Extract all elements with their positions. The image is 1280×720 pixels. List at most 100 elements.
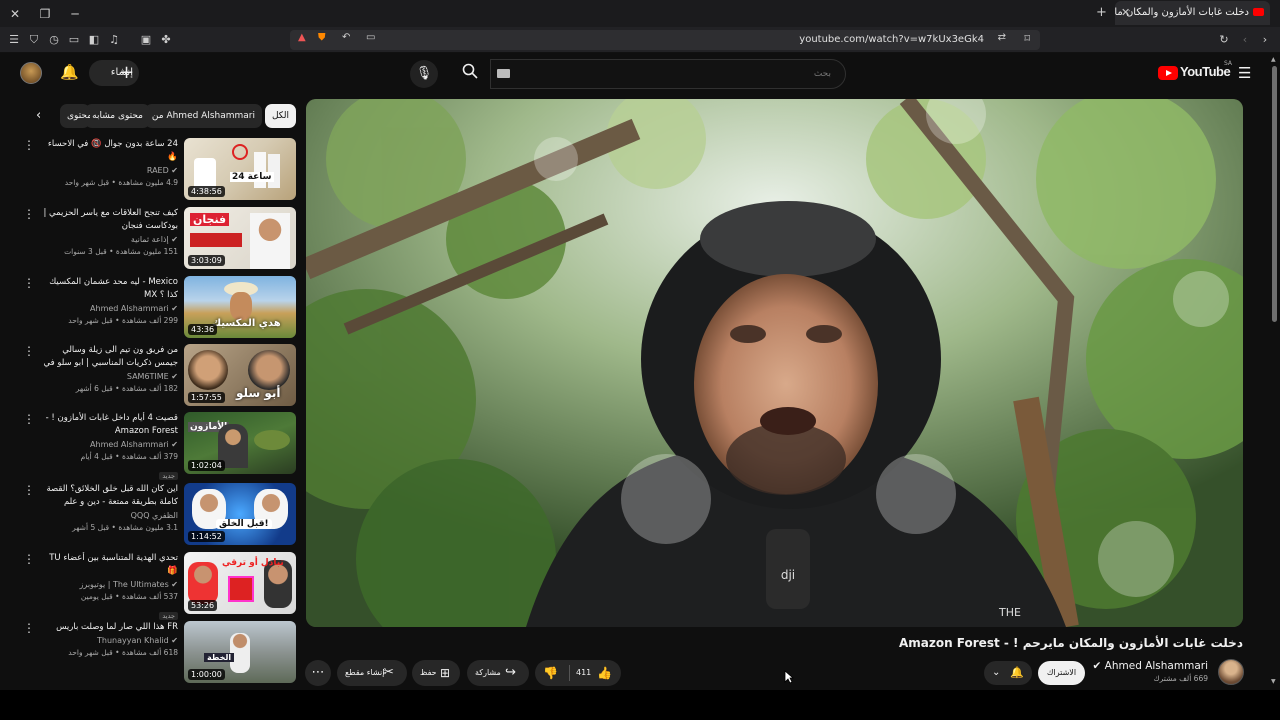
video-title[interactable]: FR هذا اللي صار لما وصلت باريس [40,621,178,634]
chip-all[interactable]: الكل [264,104,296,128]
scroll-down-icon[interactable]: ▼ [1271,678,1276,685]
sidebar-icon[interactable]: ◧ [86,32,102,48]
channel-name[interactable]: Ahmed Alshammari [1105,660,1208,672]
subscribe-button[interactable]: الاشتراك [1038,661,1085,685]
video-thumbnail[interactable]: قبل الخلق! 1:14:52 [184,483,296,545]
video-title[interactable]: قصيت 4 أيام داخل غابات الأمازون ! - Amaz… [40,412,178,438]
more-actions-icon[interactable]: ⋮ [22,344,36,360]
video-meta: تحدي الهدية المتناسبة بين أعضاء TU 🎁 ✔ T… [40,552,178,622]
channel-name[interactable]: The Ultimates | يوتيوبرز [80,580,169,589]
more-actions-icon[interactable]: ⋮ [22,552,36,568]
keyboard-icon[interactable] [497,69,510,78]
brave-icon[interactable]: ▲ [298,32,306,43]
video-thumbnail[interactable]: هدي المكسيك 43:36 [184,276,296,338]
tab-close-icon[interactable]: ✕ [1121,1,1130,25]
video-title[interactable]: كيف تنجح العلاقات مع ياسر الحزيمي | بودك… [40,207,178,233]
shield-icon[interactable]: ⛉ [26,32,42,48]
video-thumbnail[interactable]: الأمازون 1:02:04 [184,412,296,474]
more-actions-icon[interactable]: ⋮ [22,621,36,637]
youtube-play-icon [1158,66,1178,80]
video-thumbnail[interactable]: تبادل أو ترقي 53:26 [184,552,296,614]
video-thumbnail[interactable]: أبو سلو 1:57:55 [184,344,296,406]
video-title[interactable]: من فريق ون تيم الى زيلة وسالي جيمس ذكريا… [40,344,178,370]
thumbnail-caption: هدي المكسيك [212,318,281,329]
video-title[interactable]: Mexico - ليه محد عشمان المكسيك كذا ؟ MX [40,276,178,302]
chip-related[interactable]: محتوى مشابه [85,104,150,128]
list-item[interactable]: هدي المكسيك 43:36 ⋮ Mexico - ليه محد عشم… [22,276,296,338]
more-actions-icon[interactable]: ⋮ [22,412,36,428]
screenshot-icon[interactable]: ▣ [138,32,154,48]
video-thumbnail[interactable]: 24 ساعة 4:38:56 [184,138,296,200]
mic-brand-text: dji [781,568,795,582]
video-meta: Mexico - ليه محد عشمان المكسيك كذا ؟ MX … [40,276,178,327]
search-field[interactable] [490,59,846,89]
music-icon[interactable]: ♫ [106,32,122,48]
list-item[interactable]: الخطة 1:00:00 ⋮ FR هذا اللي صار لما وصلت… [22,621,296,683]
duration-badge: 53:26 [188,600,218,611]
list-item[interactable]: تبادل أو ترقي 53:26 ⋮ تحدي الهدية المتنا… [22,552,296,620]
create-button[interactable]: + إنشاء [89,60,139,86]
reload-icon[interactable]: ↻ [1216,32,1232,48]
list-item[interactable]: قبل الخلق! 1:14:52 ⋮ اين كان الله قبل خل… [22,483,296,545]
channel-name[interactable]: Thunayyan Khalid [97,636,169,645]
history-icon[interactable]: ◷ [46,32,62,48]
forward-icon[interactable]: › [1257,32,1273,48]
minimize-window-icon[interactable]: ─ [66,5,84,23]
scrollbar-thumb[interactable] [1272,66,1277,322]
more-actions-icon[interactable]: ⋮ [22,138,36,154]
channel-name[interactable]: RAED [147,166,169,175]
more-actions-icon[interactable]: ⋮ [22,483,36,499]
undo-icon[interactable]: ↶ [342,32,350,43]
video-title[interactable]: تحدي الهدية المتناسبة بين أعضاء TU 🎁 [40,552,178,578]
list-item[interactable]: الأمازون 1:02:04 ⋮ قصيت 4 أيام داخل غابا… [22,412,296,480]
share-button[interactable]: مشاركة ↪ [467,660,529,686]
close-window-icon[interactable]: ✕ [6,5,24,23]
more-actions-icon[interactable]: ⋮ [22,276,36,292]
shields-badge-icon[interactable]: ⛊ [318,32,326,43]
like-icon[interactable]: 👍 [597,660,612,686]
search-input[interactable] [491,60,845,88]
address-bar[interactable]: ▲ ⛊ ↶ ▭ youtube.com/watch?v=w7kUx3eGk4 ⇄… [290,30,1040,50]
video-title[interactable]: اين كان الله قبل خلق الخلائق؟ القصة كامل… [40,483,179,509]
channel-name[interactable]: Ahmed Alshammari [90,304,169,313]
voice-search-mic-icon[interactable]: 🎙 [410,60,438,88]
tabs-icon[interactable]: ▭ [66,32,82,48]
browser-tab[interactable]: دخلت غابات الأمازون والمكان ما ✕ [1115,1,1270,25]
channel-name[interactable]: Ahmed Alshammari [90,440,169,449]
youtube-favicon-icon [1253,8,1264,16]
back-icon[interactable]: ‹ [1237,32,1253,48]
channel-name[interactable]: SAM6TIME [127,372,169,381]
notifications-bell-icon[interactable]: 🔔 [60,63,79,81]
dislike-icon[interactable]: 👎 [543,660,558,686]
list-item[interactable]: أبو سلو 1:57:55 ⋮ من فريق ون تيم الى زيل… [22,344,296,406]
guide-menu-icon[interactable]: ☰ [1238,64,1251,82]
video-player[interactable]: dji THE [306,99,1243,627]
new-tab-icon[interactable]: + [1096,5,1107,20]
more-actions-icon[interactable]: ⋯ [305,660,331,686]
channel-name[interactable]: الظفري QQQ [131,511,178,520]
scroll-up-icon[interactable]: ▲ [1271,56,1276,63]
video-meta: كيف تنجح العلاقات مع ياسر الحزيمي | بودك… [40,207,178,258]
video-thumbnail[interactable]: فنجان 3:03:09 [184,207,296,269]
page-scrollbar[interactable]: ▲ ▼ [1268,54,1280,690]
restore-window-icon[interactable]: ❐ [36,5,54,23]
chip-more[interactable]: محتوى [60,104,90,128]
translate-icon[interactable]: ⇄ [998,32,1006,43]
more-actions-icon[interactable]: ⋮ [22,207,36,223]
cast-icon[interactable]: ▭ [366,32,375,43]
video-title[interactable]: 24 ساعة بدون جوال 📵 في الاحساء 🔥 [40,138,178,164]
channel-avatar[interactable] [1218,659,1244,685]
chip-from-channel[interactable]: من Ahmed Alshammari [144,104,262,128]
menu-icon[interactable]: ☰ [6,32,22,48]
clip-button[interactable]: إنشاء مقطع ✂ [337,660,407,686]
video-thumbnail[interactable]: الخطة 1:00:00 [184,621,296,683]
search-button-icon[interactable] [450,59,490,89]
account-avatar[interactable] [20,62,42,84]
channel-name[interactable]: إذاعة ثمانية [131,235,169,244]
extensions-icon[interactable]: ✤ [158,32,174,48]
notification-settings-button[interactable]: ⌄ 🔔 [984,661,1032,685]
list-item[interactable]: فنجان 3:03:09 ⋮ كيف تنجح العلاقات مع ياس… [22,207,296,269]
list-item[interactable]: 24 ساعة 4:38:56 ⋮ 24 ساعة بدون جوال 📵 في… [22,138,296,200]
save-button[interactable]: حفظ ⊞ [412,660,460,686]
bookmark-icon[interactable]: ⌑ [1024,32,1030,45]
